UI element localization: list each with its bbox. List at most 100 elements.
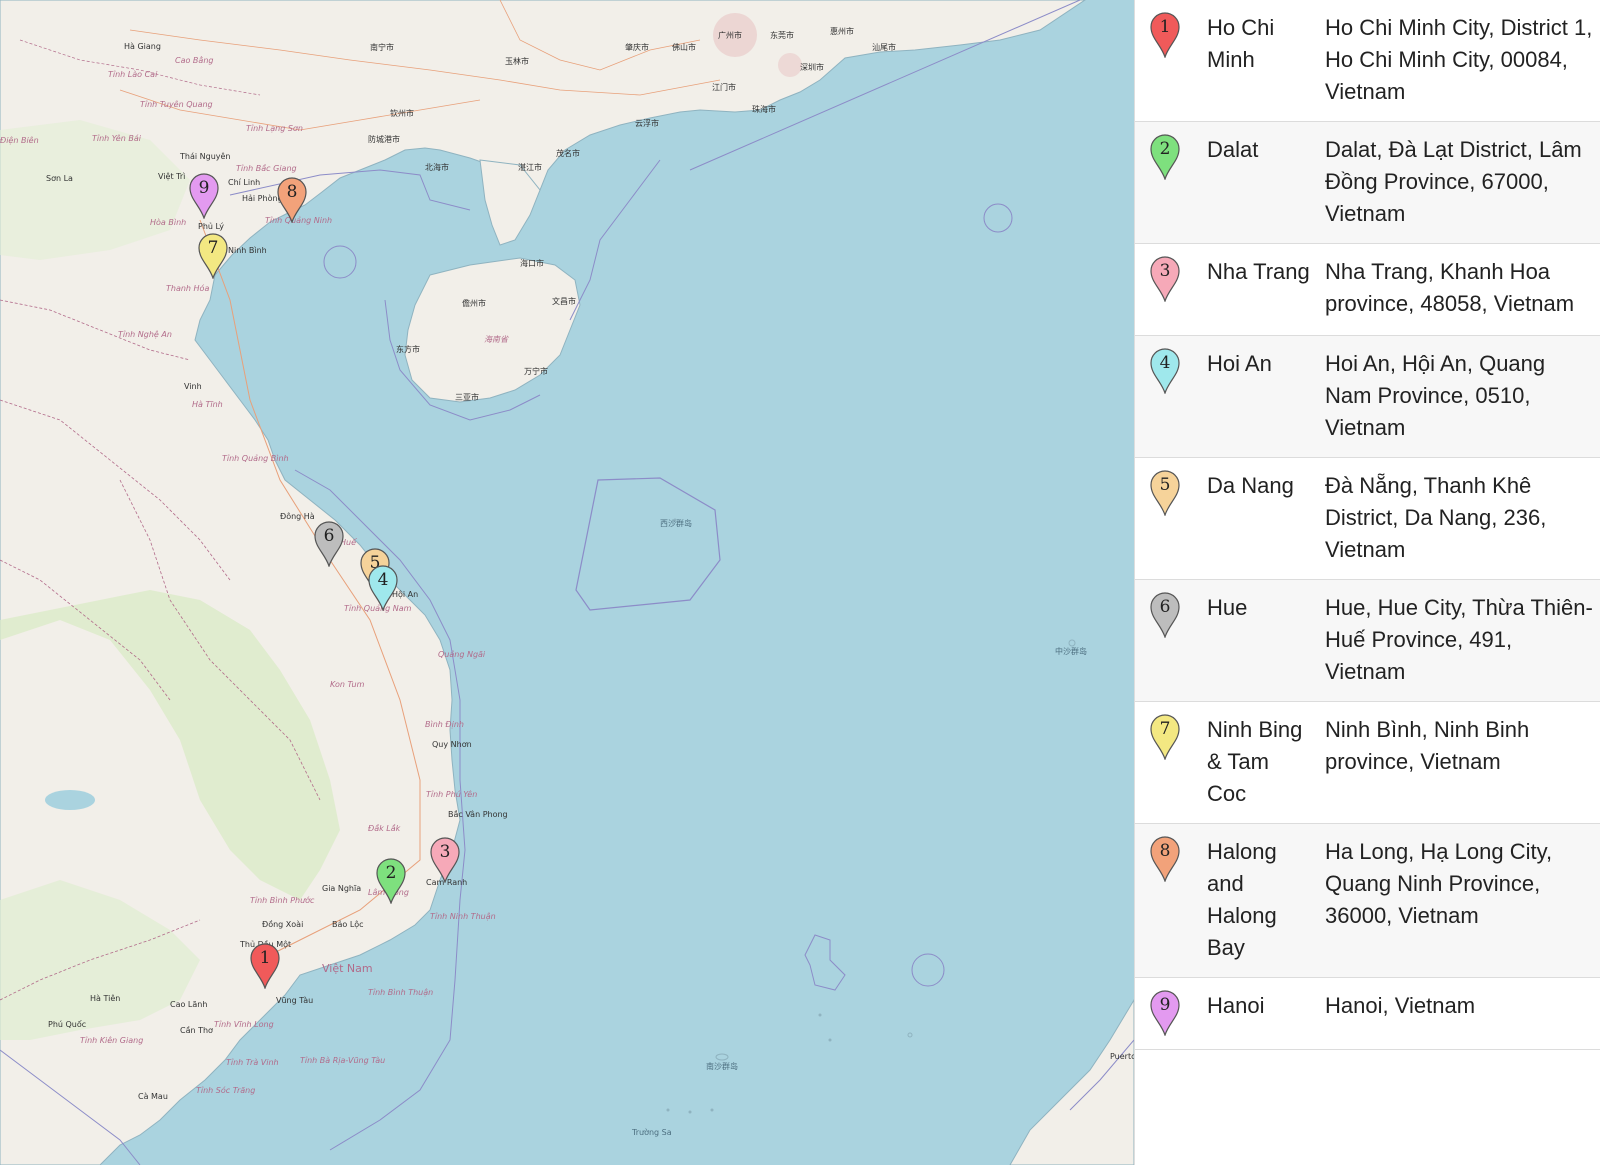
map-label: Tỉnh Tuyên Quang [140,100,213,109]
map-pin-3[interactable]: 3 [429,837,461,883]
map-label: Cần Thơ [180,1026,213,1035]
pin-number: 6 [323,526,335,546]
map-label: 南沙群岛 [706,1062,738,1071]
map-label: 三亚市 [455,393,479,402]
list-pin-icon: 7 [1149,714,1181,760]
map-label: Tỉnh Lào Cai [108,70,158,79]
map-label: Đắk Lắk [368,824,401,833]
list-item[interactable]: 6 Hue Hue, Hue City, Thừa Thiên-Huế Prov… [1135,580,1600,702]
pin-number: 7 [1159,719,1171,739]
map-label: Phủ Lý [198,222,224,231]
pin-number: 3 [1159,261,1171,281]
list-pin-icon: 2 [1149,134,1181,180]
map-label: 江门市 [712,83,736,92]
map-label: Tỉnh Phú Yên [426,790,478,799]
map-label: Hòa Bình [150,218,187,227]
map-label: Bắc Vân Phong [448,810,508,819]
map-label: Tỉnh Kiên Giang [80,1036,144,1045]
map-label: 汕尾市 [872,43,896,52]
list-item[interactable]: 8 Halong and Halong Bay Ha Long, Hạ Long… [1135,824,1600,978]
pin-number: 2 [1159,139,1171,159]
map-label: 玉林市 [505,57,529,66]
map-label: Cao Lãnh [170,1000,208,1009]
list-item[interactable]: 5 Da Nang Đà Nẵng, Thanh Khê District, D… [1135,458,1600,580]
map-label: Cà Mau [138,1092,168,1101]
list-item[interactable]: 7 Ninh Bing & Tam Coc Ninh Bình, Ninh Bi… [1135,702,1600,824]
map-label: Quảng Ngãi [438,650,486,659]
map-label: 西沙群岛 [660,519,692,528]
map-label: Kon Tum [330,680,365,689]
location-address: Hue, Hue City, Thừa Thiên-Huế Province, … [1325,595,1593,684]
map-label-country: Việt Nam [322,962,373,975]
location-name: Hoi An [1207,351,1272,376]
map-label: Trường Sa [632,1128,672,1137]
map-label: Điện Biên [0,136,39,145]
list-item[interactable]: 3 Nha Trang Nha Trang, Khanh Hoa provinc… [1135,244,1600,336]
list-item[interactable]: 2 Dalat Dalat, Đà Lạt District, Lâm Đồng… [1135,122,1600,244]
location-address: Ho Chi Minh City, District 1, Ho Chi Min… [1325,15,1593,104]
map-label: Tỉnh Lạng Sơn [246,124,303,133]
map-pin-8[interactable]: 8 [276,177,308,223]
map-label: 海南省 [484,335,508,344]
pin-number: 1 [259,948,271,968]
pin-number: 4 [1159,353,1171,373]
map-pin-7[interactable]: 7 [197,233,229,279]
map-label: 肇庆市 [625,43,649,52]
location-name: Hanoi [1207,993,1265,1018]
map-pin-2[interactable]: 2 [375,858,407,904]
map-label: Tỉnh Ninh Thuận [430,912,496,921]
pin-number: 3 [439,842,451,862]
map-label: Quy Nhơn [432,740,472,749]
pin-number: 8 [1159,841,1171,861]
map-label: Tỉnh Nghệ An [118,330,172,339]
list-pin-icon: 8 [1149,836,1181,882]
map-label: 文昌市 [552,297,576,306]
pin-number: 8 [286,182,298,202]
map-label: 万宁市 [524,367,548,376]
map-label: 佛山市 [672,43,696,52]
map-label: Vũng Tàu [276,996,314,1005]
map-label: Đông Hà [280,512,315,521]
location-name: Da Nang [1207,473,1294,498]
map-label: Tỉnh Trà Vinh [226,1058,279,1067]
location-address: Ha Long, Hạ Long City, Quang Ninh Provin… [1325,839,1553,928]
map-label: Ninh Bình [228,246,267,255]
map-pin-6[interactable]: 6 [313,521,345,567]
map-label: 湛江市 [518,163,542,172]
map-label: 防城港市 [368,135,400,144]
location-name: Nha Trang [1207,259,1310,284]
pin-number: 4 [377,570,389,590]
list-item[interactable]: 4 Hoi An Hoi An, Hội An, Quang Nam Provi… [1135,336,1600,458]
location-name: Ninh Bing & Tam Coc [1207,717,1303,806]
location-name: Dalat [1207,137,1259,162]
map-label: Tỉnh Sóc Trăng [196,1086,256,1095]
map-label: Thái Nguyên [180,152,231,161]
map-label: Phú Quốc [48,1020,87,1029]
map-label: Sơn La [46,174,73,183]
list-pin-icon: 1 [1149,12,1181,58]
location-list: 1 Ho Chi Minh Ho Chi Minh City, District… [1134,0,1600,1165]
map-pin-1[interactable]: 1 [249,943,281,989]
list-item[interactable]: 9 Hanoi Hanoi, Vietnam [1135,978,1600,1050]
list-item[interactable]: 1 Ho Chi Minh Ho Chi Minh City, District… [1135,0,1600,122]
map-label: Chí Linh [228,178,261,187]
map-pin-9[interactable]: 9 [188,173,220,219]
location-address: Đà Nẵng, Thanh Khê District, Da Nang, 23… [1325,473,1547,562]
map-label: 南宁市 [370,43,394,52]
map-label: Tỉnh Bình Thuận [368,988,434,997]
location-name: Hue [1207,595,1248,620]
location-address: Hoi An, Hội An, Quang Nam Province, 0510… [1325,351,1546,440]
map-label: Việt Trì [158,172,186,181]
map-label: Hà Giang [124,42,161,51]
map-label: 惠州市 [830,27,854,36]
map-label: 儋州市 [462,299,486,308]
list-pin-icon: 3 [1149,256,1181,302]
map-label: Hà Tiên [90,994,121,1003]
map-pin-4[interactable]: 4 [367,565,399,611]
map-view[interactable]: 广州市 东莞市 深圳市 惠州市 汕尾市 珠海市 江门市 佛山市 肇庆市 云浮市 … [0,0,1134,1165]
map-label: Bình Định [425,720,464,729]
pin-number: 9 [1159,995,1171,1015]
map-label: Đồng Xoài [262,920,304,929]
map-label: Puerto [1110,1052,1134,1061]
map-label: Tỉnh Bình Phước [250,896,315,905]
